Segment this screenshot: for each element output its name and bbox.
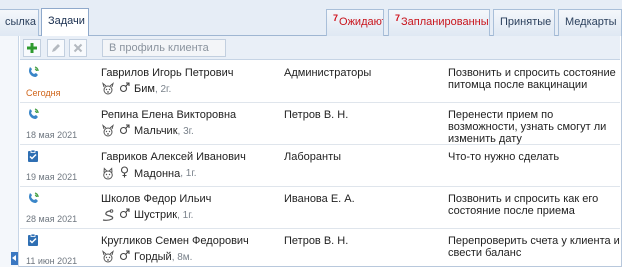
client-name[interactable]: Школов Федор Ильич <box>101 193 211 205</box>
tab-mailing[interactable]: сылка <box>0 9 39 36</box>
task-description: Перенести прием по возможности, узнать с… <box>448 109 607 145</box>
tab-label: Задачи <box>48 15 85 27</box>
task-description: Позвонить и спросить как его состояние п… <box>448 193 599 217</box>
count-badge: 7 <box>333 13 339 23</box>
task-description: Что-то нужно сделать <box>448 151 560 163</box>
task-date: 18 мая 2021 <box>26 130 78 140</box>
x-icon <box>73 43 83 53</box>
pet-name[interactable]: Гордый <box>134 251 172 263</box>
task-row[interactable]: 19 мая 2021 Гавриков Алексей Иванович Мадо… <box>20 145 620 187</box>
tab-waiting[interactable]: 7Ожидают <box>326 9 384 36</box>
tab-label: Запланированные <box>401 16 490 28</box>
pet-name[interactable]: Бим <box>134 83 155 95</box>
tab-label: Медкарты <box>565 16 617 28</box>
pet-info: Бим, 2г. <box>101 82 171 96</box>
task-date: 19 мая 2021 <box>26 172 78 182</box>
pet-age: , 3г. <box>177 125 194 137</box>
task-row[interactable]: Сегодня Гаврилов Игорь Петрович Бим, 2г. Ад… <box>20 61 620 103</box>
client-profile-button[interactable]: В профиль клиента <box>102 39 226 57</box>
task-date: 11 июн 2021 <box>26 256 78 266</box>
tab-tasks[interactable]: Задачи <box>41 8 89 37</box>
female-icon <box>119 166 130 181</box>
assignee: Иванова Е. А. <box>284 193 355 205</box>
cat-icon <box>101 166 115 181</box>
task-row[interactable]: 11 июн 2021 Кругликов Семен Федорович Горд… <box>20 229 620 267</box>
tab-medcards[interactable]: Медкарты <box>558 9 622 36</box>
tab-scheduled[interactable]: 7Запланированные <box>388 9 490 36</box>
assignee: Петров В. Н. <box>284 235 349 247</box>
left-panel-strip <box>0 36 19 267</box>
tab-accepted[interactable]: Принятые <box>493 9 555 36</box>
male-icon <box>119 250 130 264</box>
pencil-icon <box>52 44 60 52</box>
assignee: Петров В. Н. <box>284 109 349 121</box>
pet-name[interactable]: Мадонна <box>134 168 180 180</box>
plus-icon <box>27 43 37 53</box>
pet-age: , 2г. <box>154 83 172 95</box>
clipboard-check-icon <box>26 233 40 247</box>
assignee: Администраторы <box>284 67 372 79</box>
male-icon <box>119 124 130 138</box>
client-name[interactable]: Кругликов Семен Федорович <box>101 235 249 247</box>
dog-icon <box>101 82 115 96</box>
tab-label: Ожидают <box>339 16 384 28</box>
pet-age: , 1г. <box>177 209 194 221</box>
task-description: Позвонить и спросить состояние питомца п… <box>448 67 616 91</box>
dog-icon <box>101 250 115 264</box>
tab-label: сылка <box>5 16 36 28</box>
tab-label: Принятые <box>500 16 552 28</box>
task-date: 28 мая 2021 <box>26 214 78 224</box>
tab-bar: сылка Задачи 7Ожидают 7Запланированные П… <box>0 0 622 37</box>
count-badge: 7 <box>395 13 401 23</box>
dog-icon <box>101 124 115 138</box>
toolbar: В профиль клиента <box>20 36 620 60</box>
client-name[interactable]: Гаврилов Игорь Петрович <box>101 67 233 79</box>
pet-info: Мадонна, 1г. <box>101 166 197 181</box>
client-name[interactable]: Репина Елена Викторовна <box>101 109 236 121</box>
clipboard-check-icon <box>26 149 40 163</box>
collapse-arrow-icon[interactable] <box>11 252 18 265</box>
assignee: Лаборанты <box>284 151 342 163</box>
pet-name[interactable]: Шустрик <box>134 209 177 221</box>
edit-button[interactable] <box>47 39 65 57</box>
task-date: Сегодня <box>26 88 61 98</box>
client-name[interactable]: Гавриков Алексей Иванович <box>101 151 246 163</box>
snake-icon <box>101 208 115 222</box>
pet-info: Шустрик, 1г. <box>101 208 193 222</box>
pet-age: , 1г. <box>180 168 197 179</box>
pet-info: Гордый, 8м. <box>101 250 192 264</box>
phone-icon <box>26 65 40 79</box>
pet-age: , 8м. <box>171 251 193 263</box>
phone-icon <box>26 107 40 121</box>
male-icon <box>119 208 130 222</box>
male-icon <box>119 82 130 96</box>
phone-icon <box>26 191 40 205</box>
pet-info: Мальчик, 3г. <box>101 124 194 138</box>
task-description: Перепроверить счета у клиента и свести б… <box>448 235 620 259</box>
add-button[interactable] <box>23 39 41 57</box>
task-row[interactable]: 28 мая 2021 Школов Федор Ильич Шустрик, 1г… <box>20 187 620 229</box>
task-row[interactable]: 18 мая 2021 Репина Елена Викторовна Мальчи… <box>20 103 620 145</box>
delete-button[interactable] <box>69 39 87 57</box>
pet-name[interactable]: Мальчик <box>134 125 178 137</box>
